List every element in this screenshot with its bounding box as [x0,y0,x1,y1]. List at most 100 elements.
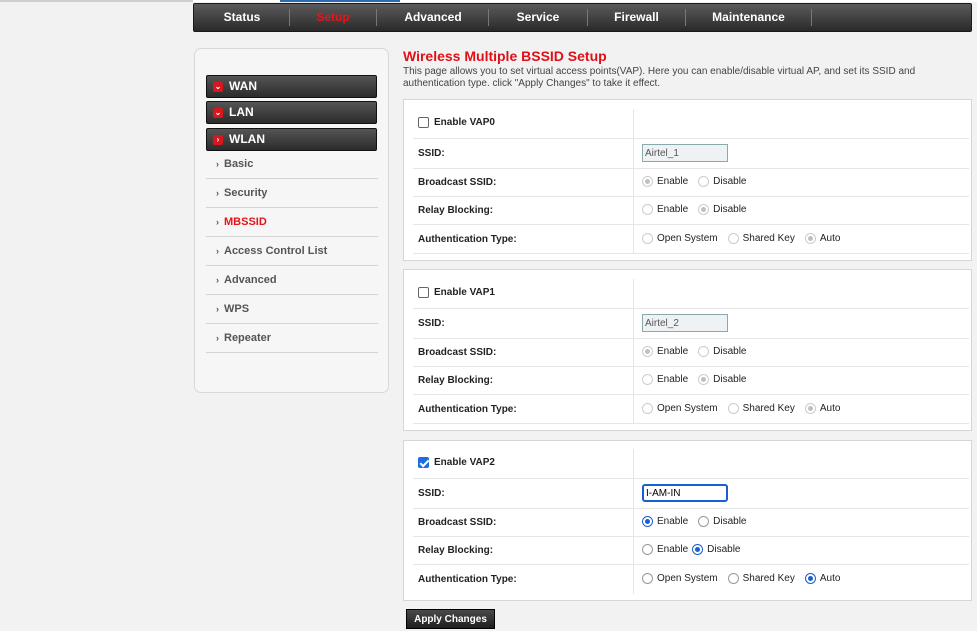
vap1-auth-auto-radio[interactable] [804,403,816,414]
tab-firewall[interactable]: Firewall [588,4,685,31]
ssid-label: SSID: [418,148,445,159]
top-nav: Status Setup Advanced Service Firewall M… [193,3,972,32]
auth-type-label: Authentication Type: [418,404,517,415]
vap2-ssid-input[interactable] [642,484,728,502]
radio-label: Enable [657,374,689,386]
vap1-broadcast-enable-radio[interactable] [642,346,653,357]
vap1-auth-shared-radio[interactable] [727,403,739,414]
tab-advanced[interactable]: Advanced [377,4,489,31]
radio-label: Auto [819,233,841,245]
radio-label: Shared Key [742,233,795,245]
vap0-auth-shared-radio[interactable] [727,233,739,244]
vap1-relay-enable-radio[interactable] [642,374,653,385]
page-description: This page allows you to set virtual acce… [403,66,916,89]
sidebar-item-label: Repeater [224,332,272,344]
vap0-auth-open-radio[interactable] [642,233,653,244]
vap1-broadcast-disable-radio[interactable] [698,346,710,357]
radio-label: Auto [819,573,841,585]
chevron-right-icon: › [216,333,219,343]
enable-vap1-checkbox[interactable] [418,287,429,298]
vap-panel-2: Enable VAP2 SSID: Broadcast SSID: Enable… [403,440,972,601]
radio-label: Shared Key [742,403,795,415]
auth-type-label: Authentication Type: [418,574,517,585]
vap-panel-0: Enable VAP0 SSID: Broadcast SSID: Enable… [403,99,972,261]
enable-vap0-checkbox[interactable] [418,117,429,128]
sidebar: ⌄ WAN ⌄ LAN › WLAN › Basic › Security › MBS… [194,48,389,393]
radio-label: Auto [819,403,841,415]
sidebar-item-label: Basic [224,158,254,170]
radio-label: Open System [657,573,718,585]
chevron-right-icon: › [216,304,219,314]
radio-label: Shared Key [742,573,795,585]
vap1-relay-disable-radio[interactable] [698,374,710,385]
sidebar-item-label: Security [224,187,268,199]
sidebar-section-lan[interactable]: ⌄ LAN [206,101,377,124]
vap0-auth-auto-radio[interactable] [804,233,816,244]
vap2-broadcast-disable-radio[interactable] [698,516,710,527]
tab-service[interactable]: Service [489,4,587,31]
sidebar-item-mbssid[interactable]: › MBSSID [206,208,378,237]
sidebar-item-label: Advanced [224,274,277,286]
radio-label: Disable [713,204,747,216]
vap0-broadcast-disable-radio[interactable] [698,176,710,187]
radio-label: Enable [657,204,689,216]
sidebar-item-wps[interactable]: › WPS [206,295,378,324]
chevron-right-icon: › [216,275,219,285]
sidebar-item-label: MBSSID [224,216,267,228]
radio-label: Disable [713,346,747,358]
radio-label: Enable [657,346,689,358]
radio-label: Enable [657,516,689,528]
sidebar-item-label: Access Control List [224,245,328,257]
tab-setup[interactable]: Setup [290,4,376,31]
vap0-relay-enable-radio[interactable] [642,204,653,215]
auth-type-label: Authentication Type: [418,234,517,245]
sidebar-item-advanced[interactable]: › Advanced [206,266,378,295]
sidebar-section-label: LAN [229,105,254,119]
vap2-auth-shared-radio[interactable] [727,573,739,584]
broadcast-ssid-label: Broadcast SSID: [418,347,497,358]
sidebar-item-security[interactable]: › Security [206,179,378,208]
radio-label: Disable [713,374,747,386]
enable-vap-label: Enable VAP2 [434,457,495,469]
broadcast-ssid-label: Broadcast SSID: [418,517,497,528]
tab-status[interactable]: Status [194,4,290,31]
radio-label: Enable [657,544,689,556]
top-line [0,0,977,2]
tab-maintenance[interactable]: Maintenance [686,4,811,31]
sidebar-item-basic[interactable]: › Basic [206,150,378,179]
vap2-broadcast-enable-radio[interactable] [642,516,653,527]
sidebar-item-repeater[interactable]: › Repeater [206,324,378,353]
sidebar-section-wlan[interactable]: › WLAN [206,128,377,151]
radio-label: Enable [657,176,689,188]
apply-changes-button[interactable]: Apply Changes [406,609,495,629]
sidebar-section-wan[interactable]: ⌄ WAN [206,75,377,98]
vap0-ssid-input[interactable] [642,144,728,162]
vap0-relay-disable-radio[interactable] [698,204,710,215]
enable-vap-label: Enable VAP0 [434,117,495,129]
relay-blocking-label: Relay Blocking: [418,545,494,556]
chevron-right-icon: › [213,135,223,145]
chevron-down-icon: ⌄ [213,108,223,118]
sidebar-item-acl[interactable]: › Access Control List [206,237,378,266]
chevron-right-icon: › [216,246,219,256]
vap1-auth-open-radio[interactable] [642,403,653,414]
vap2-relay-enable-radio[interactable] [642,544,653,555]
enable-vap2-checkbox[interactable] [418,457,429,468]
sidebar-section-label: WAN [229,79,257,93]
vap2-auth-auto-radio[interactable] [804,573,816,584]
chevron-right-icon: › [216,159,219,169]
radio-label: Disable [713,516,747,528]
radio-label: Open System [657,403,718,415]
vap-panel-1: Enable VAP1 SSID: Broadcast SSID: Enable… [403,269,972,431]
enable-vap-label: Enable VAP1 [434,287,495,299]
vap2-relay-disable-radio[interactable] [692,544,704,555]
radio-label: Open System [657,233,718,245]
vap0-broadcast-enable-radio[interactable] [642,176,653,187]
relay-blocking-label: Relay Blocking: [418,375,494,386]
sidebar-section-label: WLAN [229,132,265,146]
vap2-auth-open-radio[interactable] [642,573,653,584]
page-title: Wireless Multiple BSSID Setup [403,48,607,64]
vap1-ssid-input[interactable] [642,314,728,332]
ssid-label: SSID: [418,318,445,329]
chevron-right-icon: › [216,188,219,198]
